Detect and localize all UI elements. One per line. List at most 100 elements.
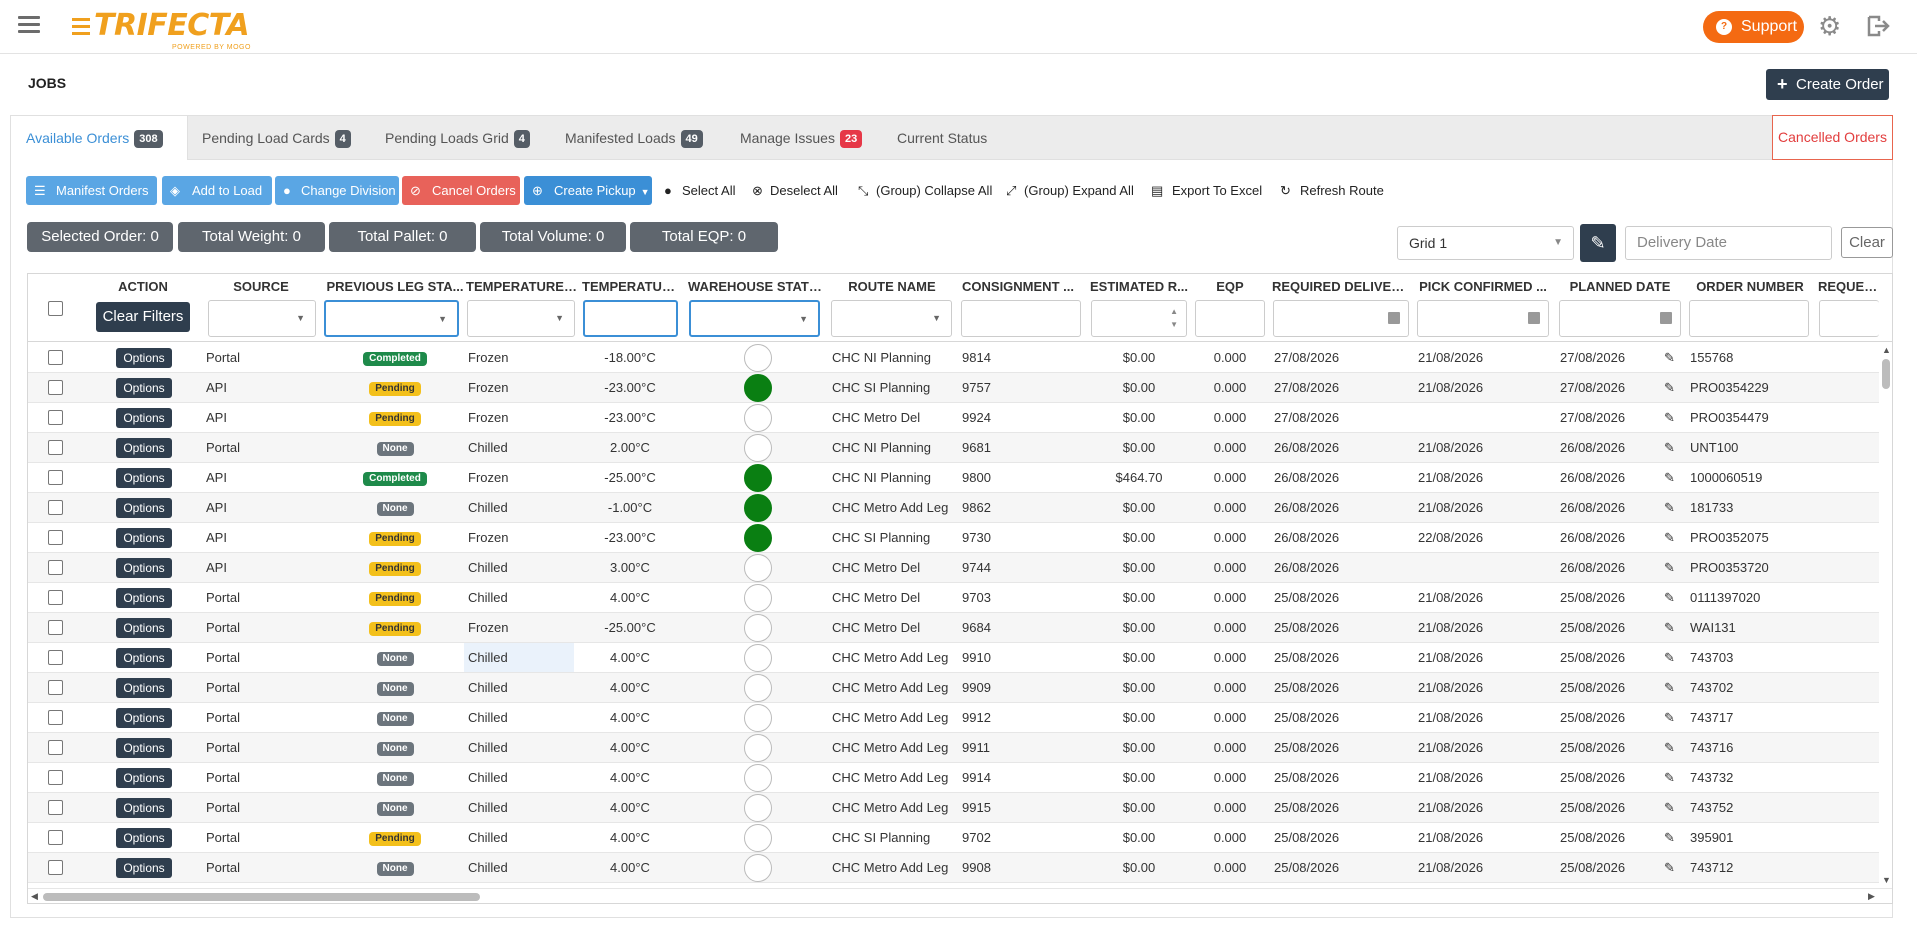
- row-checkbox[interactable]: [48, 680, 63, 695]
- row-checkbox[interactable]: [48, 650, 63, 665]
- eqp-filter[interactable]: [1195, 300, 1265, 337]
- row-checkbox[interactable]: [48, 350, 63, 365]
- table-row[interactable]: Options Pending Portal Chilled 4.00°C CHC Met…: [28, 583, 1892, 613]
- pencil-icon[interactable]: ✎: [1664, 703, 1675, 732]
- col-header-warehouse-status[interactable]: WAREHOUSE STATUS: [688, 279, 824, 294]
- tab-available-orders[interactable]: Available Orders 308: [11, 116, 188, 162]
- col-header-required-delivery[interactable]: REQUIRED DELIVER...: [1272, 279, 1410, 294]
- col-header-consignment[interactable]: CONSIGNMENT ...: [960, 279, 1076, 294]
- pencil-icon[interactable]: ✎: [1664, 673, 1675, 702]
- col-header-previous-leg-status[interactable]: PREVIOUS LEG STA...: [324, 279, 466, 294]
- pencil-icon[interactable]: ✎: [1664, 553, 1675, 582]
- options-button[interactable]: Options: [116, 588, 172, 608]
- tab-manage-issues[interactable]: Manage Issues 23: [740, 116, 863, 161]
- table-row[interactable]: Options None Portal Chilled 4.00°C CHC Metro …: [28, 793, 1892, 823]
- pencil-icon[interactable]: ✎: [1664, 823, 1675, 852]
- export-to-excel-button[interactable]: ▤ Export To Excel: [1147, 176, 1262, 205]
- pencil-icon[interactable]: ✎: [1664, 793, 1675, 822]
- vertical-scrollbar[interactable]: ▲ ▼: [1879, 343, 1892, 888]
- trifecta-logo[interactable]: TRIFECTA POWERED BY MOGO: [72, 8, 262, 52]
- warehouse-status-filter[interactable]: ▼: [689, 300, 820, 337]
- col-header-estimated[interactable]: ESTIMATED R...: [1090, 279, 1188, 294]
- table-row[interactable]: Options None Portal Chilled 4.00°C CHC Metro …: [28, 763, 1892, 793]
- row-checkbox[interactable]: [48, 620, 63, 635]
- table-row[interactable]: Options Pending API Frozen -23.00°C CHC Metro…: [28, 403, 1892, 433]
- table-row[interactable]: Options Pending API Frozen -23.00°C CHC SI Pl…: [28, 373, 1892, 403]
- consignment-filter[interactable]: [961, 300, 1081, 337]
- tab-cancelled-orders[interactable]: Cancelled Orders: [1772, 115, 1893, 160]
- table-row[interactable]: Options Pending API Frozen -23.00°C CHC SI Pl…: [28, 523, 1892, 553]
- change-division-button[interactable]: ● Change Division: [275, 176, 399, 205]
- pencil-icon[interactable]: ✎: [1664, 733, 1675, 762]
- options-button[interactable]: Options: [116, 498, 172, 518]
- row-checkbox[interactable]: [48, 560, 63, 575]
- horizontal-scrollbar[interactable]: ◀ ▶: [28, 888, 1892, 903]
- col-header-temperature[interactable]: TEMPERATURE: [582, 279, 678, 294]
- options-button[interactable]: Options: [116, 438, 172, 458]
- pick-confirmed-filter[interactable]: [1417, 300, 1549, 337]
- route-name-filter[interactable]: ▼: [831, 300, 952, 337]
- row-checkbox[interactable]: [48, 770, 63, 785]
- table-row[interactable]: Options Completed API Frozen -25.00°C CHC NI …: [28, 463, 1892, 493]
- options-button[interactable]: Options: [116, 828, 172, 848]
- manifest-orders-button[interactable]: ☰ Manifest Orders: [26, 176, 157, 205]
- row-checkbox[interactable]: [48, 590, 63, 605]
- row-checkbox[interactable]: [48, 380, 63, 395]
- pencil-icon[interactable]: ✎: [1664, 403, 1675, 432]
- pencil-icon[interactable]: ✎: [1664, 343, 1675, 372]
- options-button[interactable]: Options: [116, 378, 172, 398]
- delivery-date-input[interactable]: Delivery Date: [1625, 226, 1832, 260]
- clear-filters-button[interactable]: Clear Filters: [96, 302, 190, 332]
- options-button[interactable]: Options: [116, 858, 172, 878]
- grid-layout-select[interactable]: Grid 1 ▼: [1397, 226, 1574, 260]
- row-checkbox[interactable]: [48, 830, 63, 845]
- pencil-icon[interactable]: ✎: [1664, 433, 1675, 462]
- tab-current-status[interactable]: Current Status: [897, 116, 987, 161]
- cancel-orders-button[interactable]: ⊘ Cancel Orders: [402, 176, 520, 205]
- col-header-temperature-type[interactable]: TEMPERATURE ...: [466, 279, 578, 294]
- collapse-all-button[interactable]: ⤡ (Group) Collapse All: [854, 176, 992, 205]
- col-header-order-number[interactable]: ORDER NUMBER: [1688, 279, 1812, 294]
- options-button[interactable]: Options: [116, 678, 172, 698]
- col-header-source[interactable]: SOURCE: [206, 279, 316, 294]
- options-button[interactable]: Options: [116, 468, 172, 488]
- table-row[interactable]: Options None Portal Chilled 2.00°C CHC NI Pla…: [28, 433, 1892, 463]
- row-checkbox[interactable]: [48, 470, 63, 485]
- table-row[interactable]: Options None Portal Chilled 4.00°C CHC Metro …: [28, 733, 1892, 763]
- gear-icon[interactable]: ⚙: [1818, 12, 1841, 40]
- table-row[interactable]: Options Pending Portal Frozen -25.00°C CHC Me…: [28, 613, 1892, 643]
- order-number-filter[interactable]: [1689, 300, 1809, 337]
- pencil-icon[interactable]: ✎: [1664, 613, 1675, 642]
- planned-date-filter[interactable]: [1559, 300, 1681, 337]
- pencil-icon[interactable]: ✎: [1664, 373, 1675, 402]
- row-checkbox[interactable]: [48, 860, 63, 875]
- col-header-eqp[interactable]: EQP: [1194, 279, 1266, 294]
- logout-icon[interactable]: [1866, 14, 1892, 38]
- edit-grid-button[interactable]: ✎: [1580, 224, 1616, 262]
- request-filter[interactable]: [1819, 300, 1879, 337]
- pencil-icon[interactable]: ✎: [1664, 463, 1675, 492]
- options-button[interactable]: Options: [116, 618, 172, 638]
- options-button[interactable]: Options: [116, 648, 172, 668]
- source-filter[interactable]: ▼: [208, 300, 316, 337]
- col-header-action[interactable]: ACTION: [96, 279, 190, 294]
- table-row[interactable]: Options None API Chilled -1.00°C CHC Metro Ad…: [28, 493, 1892, 523]
- estimated-filter[interactable]: ▲ ▼: [1091, 300, 1187, 337]
- pencil-icon[interactable]: ✎: [1664, 643, 1675, 672]
- scroll-up-icon[interactable]: ▲: [1882, 345, 1891, 355]
- row-checkbox[interactable]: [48, 440, 63, 455]
- table-row[interactable]: Options Pending Portal Chilled 4.00°C CHC SI …: [28, 823, 1892, 853]
- options-button[interactable]: Options: [116, 528, 172, 548]
- hamburger-menu-icon[interactable]: [18, 16, 40, 34]
- scroll-down-icon[interactable]: ▼: [1882, 875, 1891, 885]
- table-row[interactable]: Options Pending API Chilled 3.00°C CHC Metro …: [28, 553, 1892, 583]
- col-header-planned-date[interactable]: PLANNED DATE: [1558, 279, 1682, 294]
- options-button[interactable]: Options: [116, 558, 172, 578]
- pencil-icon[interactable]: ✎: [1664, 583, 1675, 612]
- horizontal-scroll-thumb[interactable]: [43, 893, 480, 901]
- select-all-button[interactable]: ● Select All: [660, 176, 740, 205]
- vertical-scroll-thumb[interactable]: [1882, 359, 1890, 389]
- options-button[interactable]: Options: [116, 768, 172, 788]
- col-header-pick-confirmed[interactable]: PICK CONFIRMED ...: [1416, 279, 1550, 294]
- row-checkbox[interactable]: [48, 740, 63, 755]
